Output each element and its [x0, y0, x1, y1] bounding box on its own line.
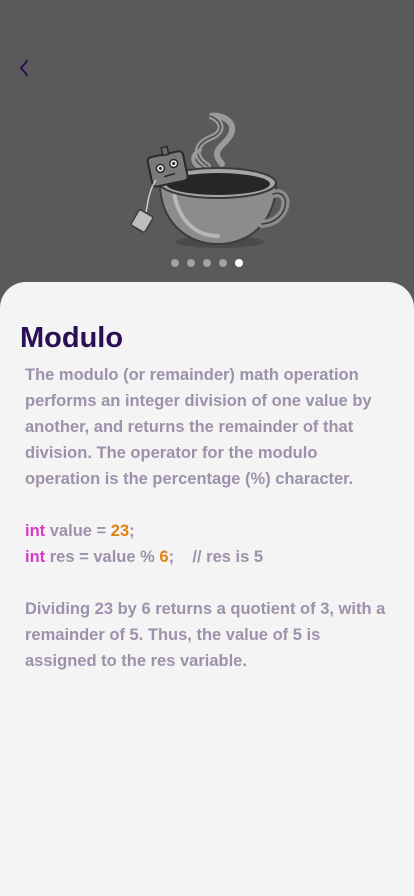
code-number: 23	[110, 522, 130, 540]
back-button[interactable]	[12, 56, 36, 80]
header	[0, 0, 414, 300]
code-sample: int value = 23; int res = value % 6; // r…	[25, 518, 263, 570]
code-keyword: int	[25, 522, 46, 540]
intro-paragraph: The modulo (or remainder) math operation…	[25, 366, 372, 488]
code-comment: // res is 5	[174, 548, 264, 566]
page-title: Modulo	[20, 322, 124, 354]
page-dot-active[interactable]	[235, 259, 243, 267]
page-dot[interactable]	[187, 259, 195, 267]
page-dot[interactable]	[171, 259, 179, 267]
code-text: value =	[45, 522, 111, 540]
page-indicator	[0, 259, 414, 267]
code-text: res = value %	[45, 548, 160, 566]
explanation-paragraph: Dividing 23 by 6 returns a quotient of 3…	[25, 600, 386, 670]
page-dot[interactable]	[203, 259, 211, 267]
page-dot[interactable]	[219, 259, 227, 267]
code-line: int value = 23;	[25, 518, 263, 544]
code-number: 6	[159, 548, 169, 566]
code-line: int res = value % 6; // res is 5	[25, 544, 263, 570]
code-terminator: ;	[129, 522, 135, 540]
content-card: Modulo The modulo (or remainder) math op…	[0, 282, 414, 896]
coffee-cup-robot-illustration	[130, 112, 290, 248]
chevron-left-icon	[20, 60, 28, 76]
code-keyword: int	[25, 548, 46, 566]
